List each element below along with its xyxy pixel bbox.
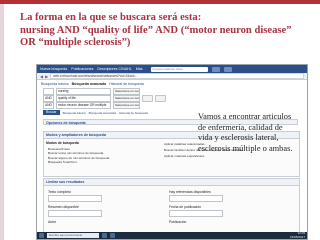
operator-select-3[interactable]: AND <box>43 102 54 109</box>
limit-label-publication: Publicación <box>169 220 187 224</box>
query-row-1: nursing Seleccione un campo <box>43 88 166 95</box>
field-select-2[interactable]: Seleccione un campo <box>113 95 140 102</box>
limit-label-references: Hay referencias disponibles <box>169 190 211 194</box>
title-line-3: OR “multiple sclerosis”) <box>20 37 131 49</box>
limit-checkbox-references[interactable] <box>169 195 223 202</box>
link-search-history[interactable]: Historial de búsqueda <box>119 111 148 115</box>
slide-left-stripe <box>0 4 4 240</box>
taskbar-clock: 12:09 15/05/2017 <box>290 232 305 238</box>
remove-row-button[interactable] <box>155 95 166 102</box>
search-icon[interactable] <box>211 66 220 72</box>
term-input-1[interactable]: nursing <box>56 88 111 95</box>
add-row-button[interactable] <box>142 95 153 102</box>
link-basic-search[interactable]: Búsqueda básica <box>63 111 86 115</box>
limit-pub-date-range[interactable] <box>169 210 223 217</box>
limit-label-full-text: Texto completo <box>48 190 71 194</box>
limits-section: Limitar sus resultados Texto completo Re… <box>43 178 300 239</box>
folder-app-icon[interactable] <box>110 233 115 238</box>
limits-right-column: Hay referencias disponibles Fecha de pub… <box>169 190 279 225</box>
limit-checkbox-abstract[interactable] <box>48 210 102 217</box>
slide-callout: Vamos a encontrar articulos de enfermerí… <box>198 112 304 155</box>
operator-select-2[interactable]: AND <box>43 95 54 102</box>
os-taskbar: Escribe aquí para buscar 12:09 15/05/201… <box>37 232 307 239</box>
nav-search-input[interactable]: Ingrese palabras clave <box>150 66 208 72</box>
search-button[interactable]: Buscar <box>43 110 60 115</box>
forward-arrow-icon[interactable]: ▶ <box>45 73 48 80</box>
search-mode-tabs: Búsqueda básica Búsqueda avanzada Histor… <box>37 80 307 87</box>
nav-item-cinahl-headings[interactable]: Descriptores CINAHL <box>97 67 131 71</box>
tab-basic-search[interactable]: Búsqueda básica <box>41 82 69 86</box>
term-input-3[interactable]: motor neuron disease OR multiple <box>56 102 111 109</box>
title-line-1: La forma en la que se buscara será esta: <box>20 12 202 23</box>
back-arrow-icon[interactable]: ◀ <box>40 73 43 80</box>
callout-line-2: de enfermería, calidad de <box>198 122 283 132</box>
nav-item-new-search[interactable]: Nueva búsqueda <box>40 67 67 71</box>
limit-label-abstract: Resumen disponible <box>48 205 79 209</box>
callout-line-4: esclerosis múltiple o ambas. <box>198 144 293 154</box>
field-select-3[interactable]: Seleccione un campo <box>113 102 140 109</box>
limits-header: Limitar sus resultados <box>44 179 299 186</box>
nav-item-publications[interactable]: Publicaciones <box>71 67 93 71</box>
tab-advanced-search[interactable]: Búsqueda avanzada <box>72 82 107 86</box>
limit-label-pub-date: Fecha de publicación <box>169 205 202 209</box>
address-field[interactable]: web.b.ebscohost.com/ehost/search/advance… <box>50 72 304 80</box>
callout-line-1: Vamos a encontrar articulos <box>198 112 292 121</box>
windows-start-icon[interactable] <box>39 233 44 238</box>
nav-item-more[interactable]: Más <box>136 67 143 71</box>
link-advanced-search[interactable]: Búsqueda avanzada <box>89 111 116 115</box>
title-line-2: nursing AND “quality of life” AND (“moto… <box>20 24 292 36</box>
operator-select-1[interactable] <box>43 88 54 95</box>
taskbar-search-input[interactable]: Escribe aquí para buscar <box>47 233 99 238</box>
limit-label-author: Autor <box>48 220 57 224</box>
field-select-1[interactable]: Seleccione un campo <box>113 88 140 95</box>
taskbar-date: 15/05/2017 <box>289 234 305 239</box>
callout-line-3: vida y esclerosis lateral, <box>198 133 279 143</box>
limit-checkbox-full-text[interactable] <box>48 195 102 202</box>
slide-top-bar <box>0 0 320 4</box>
query-builder: nursing Seleccione un campo AND quality … <box>43 88 166 115</box>
builder-actions: Buscar Búsqueda básica Búsqueda avanzada… <box>43 110 166 115</box>
slide-title: La forma en la que se buscara será esta:… <box>20 12 312 50</box>
browser-app-icon[interactable] <box>102 233 107 238</box>
term-input-2[interactable]: quality of life <box>56 95 111 102</box>
query-row-3: AND motor neuron disease OR multiple Sel… <box>43 102 166 109</box>
query-row-2: AND quality of life Seleccione un campo <box>43 95 166 102</box>
limits-left-column: Texto completo Resumen disponible Autor <box>48 190 158 225</box>
tab-search-history[interactable]: Historial de búsqueda <box>109 82 144 86</box>
mode-smarttext[interactable]: Búsqueda SmartText <box>48 160 299 164</box>
options-icon[interactable] <box>223 66 232 72</box>
browser-url-bar: ◀ ▶ web.b.ebscohost.com/ehost/search/adv… <box>37 72 307 80</box>
